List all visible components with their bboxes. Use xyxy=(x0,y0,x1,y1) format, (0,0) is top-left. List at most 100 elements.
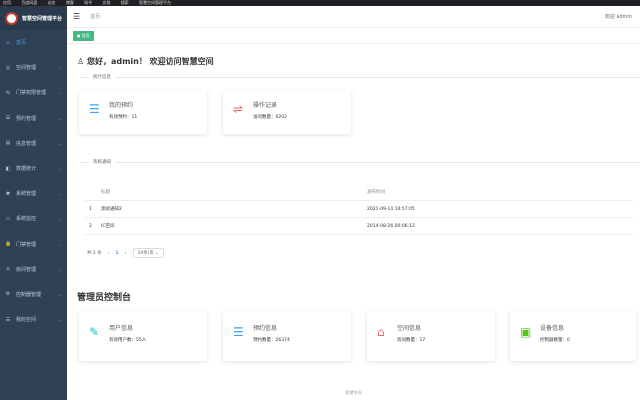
sidebar-item-monitor[interactable]: ▭ 系统监控 ⌄ xyxy=(0,206,67,231)
footer: 智慧空间 xyxy=(345,390,362,395)
home-icon: ⌂ xyxy=(6,266,10,273)
chevron-down-icon: ⌄ xyxy=(57,241,61,247)
swap-icon: ⇆ xyxy=(5,89,11,96)
bookmark-item[interactable]: 应用 xyxy=(3,0,11,5)
edit-icon: ✎ xyxy=(89,325,100,339)
table-row[interactable]: 1 测试通知2 2021-09-14 10:57:05 xyxy=(85,201,633,218)
card-title: 我的预约 xyxy=(109,102,134,109)
breadcrumb[interactable]: 首页 xyxy=(90,13,100,20)
sidebar-item-label: 数据统计 xyxy=(16,166,37,173)
sidebar-item-label: 信息管理 xyxy=(16,140,37,147)
sidebar-item-home[interactable]: ⌂ 首页 xyxy=(0,30,67,55)
chart-icon: ◧ xyxy=(5,165,11,172)
notice-title[interactable]: IC空间 xyxy=(101,223,367,229)
card-value: 有效预约：11 xyxy=(109,115,138,120)
notices-section-title: 系统通知 xyxy=(89,159,115,165)
stat-card-reservations[interactable]: ☰ 我的预约 有效预约：11 xyxy=(79,90,207,134)
sidebar-item-label: 门禁管理 xyxy=(16,241,37,248)
sidebar-item-label: 空间管理 xyxy=(16,65,37,72)
sidebar-item-info[interactable]: ▤ 信息管理 ⌄ xyxy=(0,131,67,156)
settings-icon: ✱ xyxy=(5,190,11,197)
notice-title[interactable]: 测试通知2 xyxy=(101,206,367,212)
brand: 智慧空间管理平台 xyxy=(0,6,67,30)
next-page-button[interactable]: › xyxy=(125,251,127,256)
bookmark-item[interactable]: 必应 xyxy=(48,0,56,5)
bookmark-item[interactable]: 智慧空间管理平台 xyxy=(139,0,171,5)
page-size-select[interactable]: 10条/页 ⌄ xyxy=(132,248,164,258)
row-index: 1 xyxy=(89,206,92,212)
sidebar-item-reservation[interactable]: ☰ 预约管理 ⌄ xyxy=(0,106,67,131)
sidebar-item-system[interactable]: ✱ 系统管理 ⌄ xyxy=(0,181,67,206)
table-row[interactable]: 2 IC空间 2014-08-26 00:06:13 xyxy=(85,218,633,235)
console-title: 管理员控制台 xyxy=(77,293,132,303)
brand-title: 智慧空间管理平台 xyxy=(22,15,63,22)
bookmark-item[interactable]: 文档 xyxy=(102,0,110,5)
sidebar-item-label: 系统监控 xyxy=(16,216,37,223)
page-number[interactable]: 1 xyxy=(116,251,119,256)
logo-icon xyxy=(5,11,18,25)
target-icon: ◎ xyxy=(5,64,11,71)
chevron-down-icon: ⌄ xyxy=(57,191,61,197)
sidebar-item-room[interactable]: ⌂ 房间管理 ⌄ xyxy=(0,257,67,282)
bookmark-item[interactable]: 百度网盘 xyxy=(21,0,37,5)
chevron-down-icon: ⌄ xyxy=(57,65,61,71)
sidebar-item-statistics[interactable]: ◧ 数据统计 ⌄ xyxy=(0,156,67,181)
chevron-down-icon: ⌄ xyxy=(57,90,61,96)
stats-section-title: 统计信息 xyxy=(89,74,115,80)
chevron-down-icon: ⌄ xyxy=(57,266,61,272)
greeting: ♙ 您好，admin！ 欢迎访问智慧空间 xyxy=(77,56,214,67)
chevron-down-icon: ⌄ xyxy=(57,115,61,121)
console-card-devices[interactable]: ▣ 设备信息 控制器数量：0 xyxy=(510,311,636,361)
row-index: 2 xyxy=(89,223,92,229)
stat-card-operations[interactable]: ⇌ 操作记录 访问数量：0202 xyxy=(223,90,351,134)
chevron-down-icon: ⌄ xyxy=(57,166,61,172)
bookmark-item[interactable]: 搜索 xyxy=(121,0,129,5)
console-card-reservations[interactable]: ☰ 预约信息 预约数量：26374 xyxy=(223,311,351,361)
sidebar-item-my-space[interactable]: ☰ 我的空间 ⌄ xyxy=(0,307,67,332)
greeting-text: 您好，admin！ 欢迎访问智慧空间 xyxy=(86,57,214,66)
tags-view: ● 首页 xyxy=(67,28,640,44)
card-value: 房间数量：17 xyxy=(397,338,426,343)
bookmark-item[interactable]: 博客 xyxy=(66,0,74,5)
notice-time: 2014-08-26 00:06:13 xyxy=(367,223,415,229)
notices-divider: 系统通知 xyxy=(79,159,640,165)
list-icon: ☰ xyxy=(89,102,100,116)
sidebar-item-label: 控制器管理 xyxy=(16,291,42,298)
sidebar-item-space[interactable]: ◎ 空间管理 ⌄ xyxy=(0,55,67,80)
card-title: 预约信息 xyxy=(253,325,278,332)
house-icon: ⌂ xyxy=(377,325,385,339)
sidebar-item-controller[interactable]: ⚙ 控制器管理 ⌄ xyxy=(0,282,67,307)
sidebar-item-access-permission[interactable]: ⇆ 门禁权限管理 ⌄ xyxy=(0,80,67,105)
card-value: 有效用户数：55人 xyxy=(109,338,147,343)
pagination: 共 2 条 ‹ 1 › 10条/页 ⌄ xyxy=(87,248,170,258)
card-value: 访问数量：0202 xyxy=(253,115,287,120)
chip-icon: ▣ xyxy=(520,325,532,339)
console-card-users[interactable]: ✎ 用户信息 有效用户数：55人 xyxy=(79,311,207,361)
prev-page-button[interactable]: ‹ xyxy=(108,251,110,256)
list-icon: ☰ xyxy=(5,115,11,122)
sidebar: 智慧空间管理平台 ⌂ 首页 ◎ 空间管理 ⌄ ⇆ 门禁权限管理 ⌄ ☰ 预约管理… xyxy=(0,6,67,400)
list-icon: ☰ xyxy=(5,316,11,323)
list-icon: ☰ xyxy=(233,325,244,339)
table-header: 标题 发布时间 xyxy=(85,184,633,201)
tag-home[interactable]: ● 首页 xyxy=(73,30,94,41)
chevron-down-icon: ⌄ xyxy=(57,140,61,146)
menu-toggle-icon[interactable]: ☰ xyxy=(73,12,80,21)
card-title: 操作记录 xyxy=(253,102,278,109)
sidebar-item-label: 我的空间 xyxy=(16,317,37,324)
card-value: 预约数量：26374 xyxy=(253,338,290,343)
sidebar-item-label: 首页 xyxy=(16,40,27,47)
lock-icon: 🔒 xyxy=(5,241,12,248)
sidebar-item-access[interactable]: 🔒 门禁管理 ⌄ xyxy=(0,232,67,257)
main-content: ♙ 您好，admin！ 欢迎访问智慧空间 统计信息 ☰ 我的预约 有效预约：11… xyxy=(67,44,640,400)
notices-table: 标题 发布时间 1 测试通知2 2021-09-14 10:57:05 2 IC… xyxy=(85,184,633,235)
console-card-spaces[interactable]: ⌂ 空间信息 房间数量：17 xyxy=(367,311,495,361)
bookmark-item[interactable]: 知乎 xyxy=(84,0,92,5)
card-title: 用户信息 xyxy=(109,325,134,332)
column-header: 发布时间 xyxy=(367,190,385,195)
document-icon: ▤ xyxy=(5,140,11,147)
gear-icon: ⚙ xyxy=(5,291,11,298)
chevron-down-icon: ⌄ xyxy=(57,317,61,323)
user-welcome[interactable]: 欢迎 admin xyxy=(605,13,632,20)
sidebar-item-label: 预约管理 xyxy=(16,115,37,122)
